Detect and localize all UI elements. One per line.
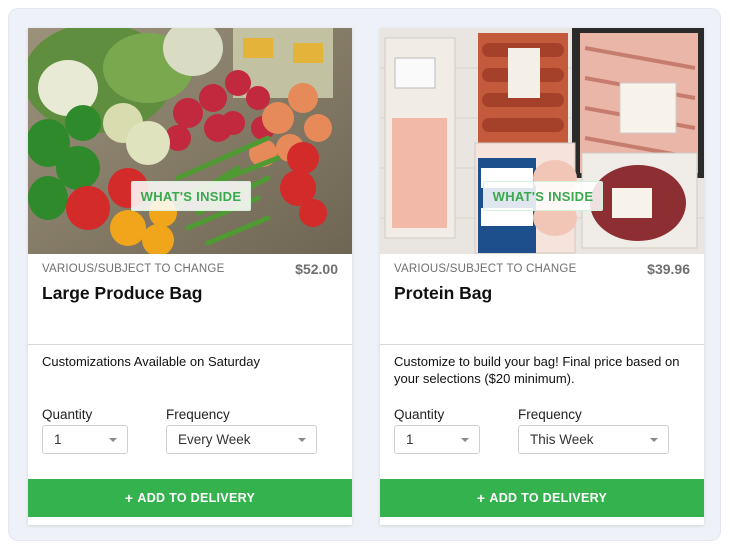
chevron-down-icon xyxy=(650,438,658,442)
frequency-value: This Week xyxy=(530,432,594,447)
quantity-value: 1 xyxy=(54,432,62,447)
quantity-label: Quantity xyxy=(42,407,93,422)
product-grid: WHAT'S INSIDE VARIOUS/SUBJECT TO CHANGE … xyxy=(8,8,721,541)
product-title[interactable]: Large Produce Bag xyxy=(42,283,202,304)
frequency-label: Frequency xyxy=(166,407,230,422)
product-meta: VARIOUS/SUBJECT TO CHANGE $39.96 xyxy=(394,261,690,277)
product-description: Customizations Available on Saturday xyxy=(42,354,260,369)
frequency-select[interactable]: Every Week xyxy=(166,425,317,454)
whats-inside-badge[interactable]: WHAT'S INSIDE xyxy=(131,181,251,211)
supplier-label: VARIOUS/SUBJECT TO CHANGE xyxy=(394,263,577,275)
add-to-delivery-button[interactable]: + ADD TO DELIVERY xyxy=(28,479,352,517)
frequency-label: Frequency xyxy=(518,407,582,422)
add-to-delivery-label: ADD TO DELIVERY xyxy=(137,491,256,505)
frequency-select[interactable]: This Week xyxy=(518,425,669,454)
quantity-value: 1 xyxy=(406,432,414,447)
chevron-down-icon xyxy=(461,438,469,442)
product-card-protein: WHAT'S INSIDE VARIOUS/SUBJECT TO CHANGE … xyxy=(380,28,704,525)
divider xyxy=(380,344,704,345)
add-to-delivery-button[interactable]: + ADD TO DELIVERY xyxy=(380,479,704,517)
frequency-value: Every Week xyxy=(178,432,251,447)
produce-photo-icon xyxy=(28,28,352,254)
quantity-label: Quantity xyxy=(394,407,445,422)
quantity-select[interactable]: 1 xyxy=(394,425,480,454)
product-meta: VARIOUS/SUBJECT TO CHANGE $52.00 xyxy=(42,261,338,277)
divider xyxy=(28,344,352,345)
product-image-produce[interactable]: WHAT'S INSIDE xyxy=(28,28,352,254)
quantity-select[interactable]: 1 xyxy=(42,425,128,454)
add-to-delivery-label: ADD TO DELIVERY xyxy=(489,491,608,505)
protein-photo-icon xyxy=(380,28,704,254)
plus-icon: + xyxy=(476,490,486,506)
chevron-down-icon xyxy=(298,438,306,442)
product-card-produce: WHAT'S INSIDE VARIOUS/SUBJECT TO CHANGE … xyxy=(28,28,352,525)
whats-inside-badge[interactable]: WHAT'S INSIDE xyxy=(483,181,603,211)
product-image-protein[interactable]: WHAT'S INSIDE xyxy=(380,28,704,254)
price-label: $52.00 xyxy=(295,261,338,277)
plus-icon: + xyxy=(124,490,134,506)
chevron-down-icon xyxy=(109,438,117,442)
supplier-label: VARIOUS/SUBJECT TO CHANGE xyxy=(42,263,225,275)
product-description: Customize to build your bag! Final price… xyxy=(394,354,680,386)
price-label: $39.96 xyxy=(647,261,690,277)
product-title[interactable]: Protein Bag xyxy=(394,283,492,304)
